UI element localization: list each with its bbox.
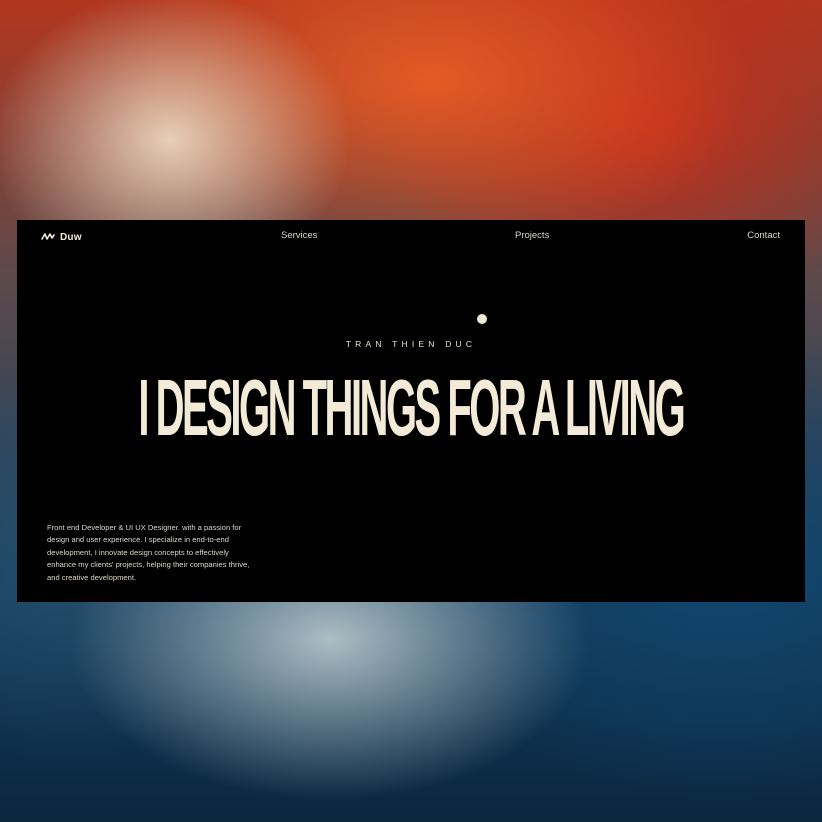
brand-mark-icon — [41, 232, 55, 242]
nav-link-projects[interactable]: Projects — [515, 230, 549, 242]
brand-name: Duw — [60, 231, 82, 243]
hero-eyebrow-name: TRAN THIEN DUC — [345, 339, 477, 349]
brand-logo[interactable]: Duw — [41, 230, 82, 244]
hero-headline: I DESIGN THINGS FOR A LIVING — [138, 368, 686, 448]
nav-link-contact[interactable]: Contact — [747, 230, 780, 242]
nav-link-services[interactable]: Services — [281, 230, 317, 242]
hero-headline-container: I DESIGN THINGS FOR A LIVING — [17, 368, 805, 448]
top-navigation: Duw Services Projects Contact — [17, 220, 805, 252]
hero-bio-text: Front end Developer & UI UX Designer. wi… — [47, 522, 250, 582]
cursor-dot-icon — [477, 314, 487, 324]
website-screen: Duw Services Projects Contact TRAN THIEN… — [17, 220, 805, 602]
